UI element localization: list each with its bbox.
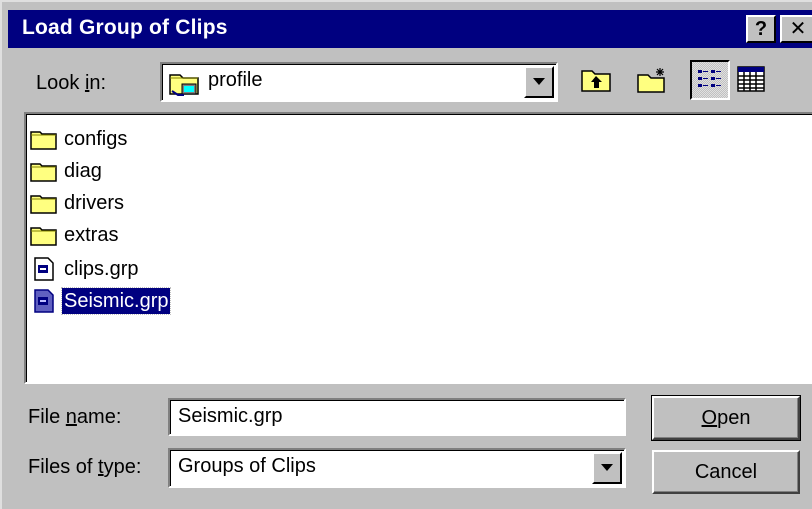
look-in-value: profile xyxy=(208,69,263,91)
up-one-level-button[interactable] xyxy=(576,60,616,100)
load-group-dialog: Load Group of Clips ? ✕ Look in: profile xyxy=(0,0,812,509)
list-item-folder[interactable]: drivers xyxy=(30,188,126,218)
folder-icon xyxy=(30,191,58,215)
open-button-label: Open xyxy=(701,406,751,429)
close-button[interactable]: ✕ xyxy=(780,15,812,43)
list-view-icon xyxy=(696,67,724,99)
file-name: configs xyxy=(64,128,128,150)
look-in-label: Look in: xyxy=(36,72,107,94)
help-button[interactable]: ? xyxy=(746,15,776,43)
file-list[interactable]: configs diag drivers extras clips.grp Se… xyxy=(24,112,812,384)
look-in-dropdown-button[interactable] xyxy=(524,66,554,98)
list-item-folder[interactable]: extras xyxy=(30,220,120,250)
cancel-button-label: Cancel xyxy=(694,460,758,483)
file-type-value: Groups of Clips xyxy=(178,455,316,477)
file-name-input[interactable]: Seismic.grp xyxy=(168,398,626,436)
file-type-label: Files of type: xyxy=(28,456,142,478)
title-bar[interactable]: Load Group of Clips ? ✕ xyxy=(8,10,812,48)
cancel-button[interactable]: Cancel xyxy=(652,450,800,494)
up-one-level-icon xyxy=(580,66,612,100)
open-button[interactable]: Open xyxy=(651,395,801,441)
details-view-button[interactable] xyxy=(732,60,772,100)
group-file-icon xyxy=(30,257,58,281)
file-name: Seismic.grp xyxy=(60,287,172,315)
file-name: clips.grp xyxy=(64,258,139,280)
file-name-label: File name: xyxy=(28,406,122,428)
file-type-dropdown-button[interactable] xyxy=(592,452,622,484)
list-item-folder[interactable]: configs xyxy=(30,124,129,154)
list-view-button[interactable] xyxy=(690,60,730,100)
list-item-folder[interactable]: diag xyxy=(30,156,104,186)
file-name: diag xyxy=(64,160,102,182)
details-view-icon xyxy=(736,65,766,99)
window-title: Load Group of Clips xyxy=(22,16,228,39)
group-file-icon xyxy=(30,289,58,313)
look-in-combo[interactable]: profile xyxy=(160,62,558,102)
folder-network-icon xyxy=(168,69,202,97)
list-item-file[interactable]: clips.grp xyxy=(30,254,140,284)
help-icon: ? xyxy=(754,18,768,40)
close-icon: ✕ xyxy=(789,18,807,40)
file-type-combo[interactable]: Groups of Clips xyxy=(168,448,626,488)
create-new-folder-icon xyxy=(636,66,668,100)
folder-icon xyxy=(30,127,58,151)
list-item-file-selected[interactable]: Seismic.grp xyxy=(30,286,172,316)
folder-icon xyxy=(30,223,58,247)
file-name: drivers xyxy=(64,192,125,214)
file-name-value: Seismic.grp xyxy=(178,405,283,427)
file-name: extras xyxy=(64,224,119,246)
create-new-folder-button[interactable] xyxy=(632,60,672,100)
folder-icon xyxy=(30,159,58,183)
